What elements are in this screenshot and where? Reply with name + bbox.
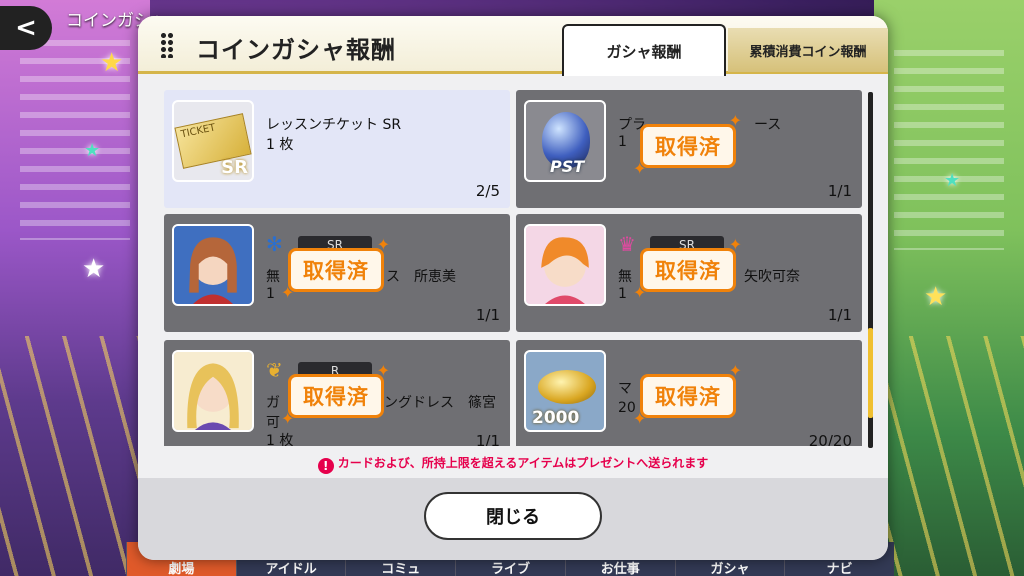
scrollbar-thumb[interactable] [868, 328, 873, 418]
modal-title: コインガシャ報酬 [196, 36, 396, 64]
rarity-wing-icon: ❦ [266, 358, 283, 382]
item-quantity: 1 [618, 286, 627, 302]
background-lights [0, 336, 140, 576]
star-icon: ★ [84, 140, 101, 161]
item-name-line2: 可 [266, 415, 280, 431]
back-button[interactable]: < [0, 6, 52, 50]
reward-card[interactable]: TICKET SR レッスンチケット SR 1 枚 2/5 [164, 90, 510, 208]
reward-card[interactable]: ✻ SR 無ス 所恵美 1 1/1 取得済 ✦ ✦ [164, 214, 510, 332]
item-count: 1/1 [827, 306, 852, 324]
background-lights [884, 336, 1024, 576]
idol-portrait [174, 352, 252, 430]
reward-card[interactable]: ♛ SR 無矢吹可奈 1 1/1 取得済 ✦ ✦ [516, 214, 862, 332]
item-count: 1/1 [475, 306, 500, 324]
sparkle-icon: ✦ [728, 235, 743, 254]
item-name-tail: ングドレス 篠宮 [384, 395, 496, 411]
tab-cumulative-coin-reward[interactable]: 累積消費コイン報酬 [728, 28, 888, 72]
item-name-head: 無 [266, 269, 280, 285]
reward-card[interactable]: PST プラ ース 1 1/1 取得済 ✦ ✦ [516, 90, 862, 208]
item-count: 1/1 [827, 182, 852, 200]
money-badge: 2000 [532, 408, 580, 428]
gem-badge: PST [550, 157, 585, 176]
sparkle-icon: ✦ [376, 235, 391, 254]
rarity-snowflake-icon: ✻ [266, 232, 283, 256]
star-icon: ★ [944, 170, 961, 191]
claimed-stamp-label: 取得済 [655, 135, 721, 159]
grip-icon [160, 32, 174, 58]
claimed-stamp: 取得済 ✦ ✦ [281, 363, 390, 427]
item-count: 20/20 [808, 432, 852, 446]
sparkle-icon: ✦ [728, 361, 743, 380]
item-quantity: 1 枚 [266, 137, 294, 153]
claimed-stamp-label: 取得済 [303, 259, 369, 283]
reward-card[interactable]: ❦ R ガングドレス 篠宮 可 1 枚 1/1 取得済 ✦ ✦ [164, 340, 510, 446]
reward-list[interactable]: TICKET SR レッスンチケット SR 1 枚 2/5 PST プラ ース 1… [154, 90, 866, 446]
claimed-stamp: 取得済 ✦ ✦ [633, 237, 742, 301]
claimed-stamp: 取得済 ✦ ✦ [633, 363, 742, 427]
item-count: 2/5 [475, 182, 500, 200]
ticket-thumbnail: TICKET SR [172, 100, 254, 182]
background-stairs [894, 50, 1004, 250]
item-name-head: ガ [266, 395, 280, 411]
reward-card[interactable]: 2000 マ 20 20/20 取得済 ✦ ✦ [516, 340, 862, 446]
money-thumbnail: 2000 [524, 350, 606, 432]
chevron-left-icon: < [15, 13, 37, 43]
claimed-stamp-label: 取得済 [655, 259, 721, 283]
idol-portrait [526, 226, 604, 304]
item-quantity: 1 枚 [266, 433, 294, 446]
idol-thumbnail [172, 350, 254, 432]
sparkle-icon: ✦ [633, 283, 648, 302]
item-count: 1/1 [475, 432, 500, 446]
item-name-tail: 矢吹可奈 [744, 269, 800, 285]
gem-thumbnail: PST [524, 100, 606, 182]
tab-gacha-reward[interactable]: ガシャ報酬 [562, 24, 726, 76]
notice-label: カードおよび、所持上限を超えるアイテムはプレゼントへ送られます [337, 456, 709, 470]
claimed-stamp-label: 取得済 [655, 385, 721, 409]
rarity-crown-icon: ♛ [618, 232, 636, 256]
modal-footer: 閉じる [138, 478, 888, 560]
sparkle-icon: ✦ [281, 409, 296, 428]
exclamation-icon: ! [317, 458, 334, 474]
sparkle-icon: ✦ [281, 283, 296, 302]
sparkle-icon: ✦ [376, 361, 391, 380]
sparkle-icon: ✦ [633, 409, 648, 428]
sparkle-icon: ✦ [633, 159, 648, 178]
reward-modal: コインガシャ報酬 ガシャ報酬 累積消費コイン報酬 TICKET SR レッスンチ… [138, 16, 888, 560]
item-quantity: 1 [266, 286, 275, 302]
idol-thumbnail [524, 224, 606, 306]
star-icon: ★ [82, 254, 106, 284]
claimed-stamp-label: 取得済 [303, 385, 369, 409]
coin-icon [538, 370, 596, 404]
ticket-text: TICKET [179, 122, 217, 141]
claimed-stamp: 取得済 ✦ ✦ [633, 113, 742, 177]
sparkle-icon: ✦ [728, 111, 743, 130]
claimed-stamp: 取得済 ✦ ✦ [281, 237, 390, 301]
item-name: レッスンチケット SR [266, 117, 402, 133]
idol-thumbnail [172, 224, 254, 306]
star-icon: ★ [100, 48, 124, 78]
notice-text: ! カードおよび、所持上限を超えるアイテムはプレゼントへ送られます [138, 454, 888, 474]
star-icon: ★ [924, 282, 948, 312]
ticket-badge: SR [221, 157, 248, 178]
item-quantity: 1 [618, 134, 627, 150]
close-button[interactable]: 閉じる [424, 492, 602, 540]
idol-portrait [174, 226, 252, 304]
item-name-tail: ス 所恵美 [386, 269, 456, 285]
item-name-tail: ース [754, 117, 782, 133]
item-name: マ [618, 381, 632, 397]
item-name-head: 無 [618, 269, 632, 285]
